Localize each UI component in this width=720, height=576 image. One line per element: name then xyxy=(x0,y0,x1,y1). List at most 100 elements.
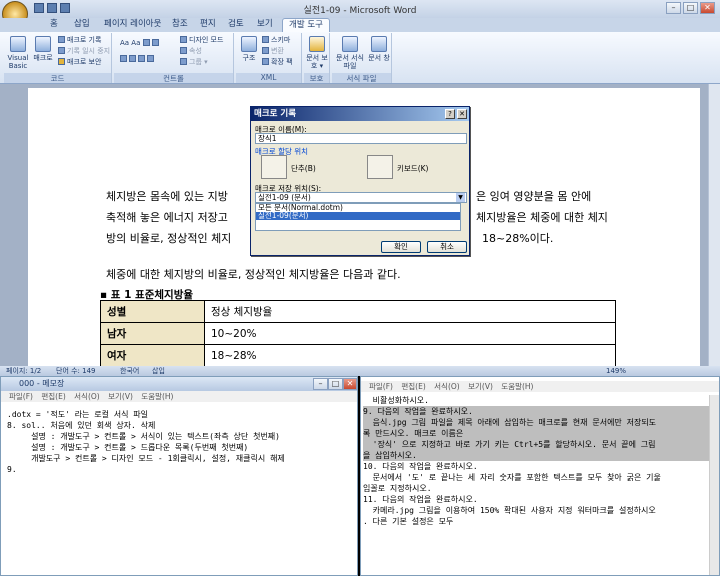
keyboard-icon[interactable] xyxy=(367,155,393,179)
schema-button[interactable]: 스키마 xyxy=(262,36,290,45)
button-assign-label[interactable]: 단추(B) xyxy=(291,163,316,174)
building-block-icon xyxy=(151,39,159,46)
save-icon[interactable] xyxy=(34,3,44,13)
document-template-button[interactable]: 문서 서식 파일 xyxy=(335,36,365,70)
design-mode-button[interactable]: 디자인 모드 xyxy=(180,36,223,45)
tab-review[interactable]: 검토 xyxy=(222,18,250,32)
transform-button[interactable]: 변환 xyxy=(262,47,284,56)
menu-help[interactable]: 도움말(H) xyxy=(501,382,533,391)
menu-view[interactable]: 보기(V) xyxy=(108,392,133,401)
macro-button[interactable]: 매크로 xyxy=(32,36,54,62)
tab-page-layout[interactable]: 페이지 레이아웃 xyxy=(98,18,167,32)
text-line-highlighted: 록 만드시오. 매크로 이름은 xyxy=(363,428,709,439)
record-macro-button[interactable]: 매크로 기록 xyxy=(58,36,101,45)
menu-format[interactable]: 서식(O) xyxy=(434,382,460,391)
notepad-minimize-button[interactable]: – xyxy=(313,378,328,390)
tab-developer[interactable]: 개발 도구 xyxy=(282,18,330,32)
text-control-icons[interactable]: Aa Aa xyxy=(120,39,161,48)
text-line: 개발도구 > 컨트롤 > 디자인 모드 - 1회클릭시, 설정, 재클릭시 해제 xyxy=(7,454,285,463)
tab-references[interactable]: 참조 xyxy=(166,18,194,32)
word-window: 실전1-09 - Microsoft Word – □ ✕ 홈 삽입 페이지 레… xyxy=(0,0,720,376)
xml-group: 구조 스키마 변환 확장 팩 XML xyxy=(236,33,302,83)
transform-icon xyxy=(262,47,269,54)
combo-box-icon xyxy=(120,55,127,62)
dialog-title: 매크로 기록 xyxy=(251,107,469,121)
group-button[interactable]: 그룹 ▾ xyxy=(180,58,208,67)
menu-help[interactable]: 도움말(H) xyxy=(141,392,173,401)
list-control-icons[interactable] xyxy=(120,55,156,64)
expansion-pack-button[interactable]: 확장 팩 xyxy=(262,58,293,67)
para1-line1: 체지방은 몸속에 있는 지방 xyxy=(106,190,228,203)
table-row: 여자 18~28% xyxy=(100,344,616,367)
ok-button[interactable]: 확인 xyxy=(381,241,421,253)
protect-group-label: 보호 xyxy=(304,73,329,83)
right-menu: 파일(F) 편집(E) 서식(O) 보기(V) 도움말(H) xyxy=(361,381,719,392)
close-button[interactable]: ✕ xyxy=(700,2,715,14)
right-vertical-scrollbar[interactable] xyxy=(709,395,719,575)
dropdown-list-icon xyxy=(129,55,136,62)
notepad-title: 000 - 메모장 xyxy=(1,377,357,391)
menu-file[interactable]: 파일(F) xyxy=(369,382,393,391)
text-line-highlighted: 9. 다음의 작업을 완료하시오. xyxy=(363,406,709,417)
menu-format[interactable]: 서식(O) xyxy=(74,392,100,401)
controls-group: Aa Aa 디자인 모드 속성 그룹 ▾ 컨트롤 xyxy=(114,33,234,83)
text-line: 카메라.jpg 그림을 이용하여 150% 확대된 사용자 지정 워터마크를 설… xyxy=(363,506,656,515)
insert-mode-indicator[interactable]: 삽입 xyxy=(152,366,165,376)
macro-security-button[interactable]: 매크로 보안 xyxy=(58,58,101,67)
right-text-area[interactable]: 비활성화하시오. 9. 다음의 작업을 완료하시오. 음식.jpg 그림 파일을… xyxy=(363,395,709,573)
chevron-down-icon[interactable]: ▼ xyxy=(456,193,465,202)
notepad-text-area[interactable]: .dotx = '적도' 라는 로컬 서식 파일 8. sol.. 처음에 있던… xyxy=(7,409,347,569)
notepad-close-button[interactable]: ✕ xyxy=(343,378,357,390)
tab-mailings[interactable]: 편지 xyxy=(194,18,222,32)
record-icon xyxy=(58,36,65,43)
protect-document-button[interactable]: 문서 보호 ▾ xyxy=(306,36,328,70)
structure-button[interactable]: 구조 xyxy=(239,36,259,62)
properties-icon xyxy=(180,47,187,54)
menu-edit[interactable]: 편집(E) xyxy=(401,382,425,391)
language-indicator[interactable]: 한국어 xyxy=(120,366,139,376)
button-assign-icon[interactable] xyxy=(261,155,287,179)
warning-icon xyxy=(58,58,65,65)
tab-home[interactable]: 홈 xyxy=(44,18,64,32)
macro-name-input[interactable]: 장식1 xyxy=(255,133,467,144)
macro-icon xyxy=(35,36,51,52)
table-cell: 18~28% xyxy=(204,344,616,367)
zoom-level[interactable]: 149% xyxy=(606,366,626,376)
cancel-button[interactable]: 취소 xyxy=(427,241,467,253)
notepad-menu: 파일(F) 편집(E) 서식(O) 보기(V) 도움말(H) xyxy=(1,391,357,402)
tab-view[interactable]: 보기 xyxy=(251,18,279,32)
para1-line3-right: 18~28%이다. xyxy=(482,232,554,245)
notepad-maximize-button[interactable]: □ xyxy=(328,378,343,390)
document-panel-button[interactable]: 문서 창 xyxy=(368,36,390,62)
table-cell: 10~20% xyxy=(204,322,616,345)
store-macro-select[interactable]: 실전1-09 (문서) ▼ xyxy=(255,192,467,203)
redo-icon[interactable] xyxy=(60,3,70,13)
table-header-cell: 남자 xyxy=(100,322,205,345)
legacy-tools-icon xyxy=(147,55,154,62)
page-count[interactable]: 페이지: 1/2 xyxy=(6,366,41,376)
minimize-button[interactable]: – xyxy=(666,2,681,14)
list-item-selected[interactable]: 실전1-09(문서) xyxy=(256,212,460,220)
code-group: Visual Basic 매크로 매크로 기록 기록 일시 중지 매크로 보안 … xyxy=(4,33,112,83)
ribbon: Visual Basic 매크로 매크로 기록 기록 일시 중지 매크로 보안 … xyxy=(0,32,720,84)
menu-view[interactable]: 보기(V) xyxy=(468,382,493,391)
para1-line2-right: 체지방율은 체중에 대한 체지 xyxy=(476,211,608,224)
word-count[interactable]: 단어 수: 149 xyxy=(56,366,96,376)
properties-button[interactable]: 속성 xyxy=(180,47,202,56)
tab-insert[interactable]: 삽입 xyxy=(68,18,96,32)
maximize-button[interactable]: □ xyxy=(683,2,698,14)
vertical-scrollbar[interactable] xyxy=(708,84,720,366)
dialog-close-button[interactable]: ✕ xyxy=(457,109,467,119)
pause-recording-button[interactable]: 기록 일시 중지 xyxy=(58,47,110,56)
undo-icon[interactable] xyxy=(47,3,57,13)
keyboard-assign-label[interactable]: 키보드(K) xyxy=(397,163,428,174)
menu-file[interactable]: 파일(F) xyxy=(9,392,33,401)
menu-edit[interactable]: 편집(E) xyxy=(41,392,65,401)
visual-basic-button[interactable]: Visual Basic xyxy=(7,36,29,70)
text-line: . 다른 기본 설정은 모두 xyxy=(363,517,454,526)
text-line: 비활성화하시오. xyxy=(363,396,429,405)
table-row: 남자 10~20% xyxy=(100,322,616,345)
pause-icon xyxy=(58,47,65,54)
picture-control-icon xyxy=(142,39,150,46)
help-button[interactable]: ? xyxy=(445,109,455,119)
